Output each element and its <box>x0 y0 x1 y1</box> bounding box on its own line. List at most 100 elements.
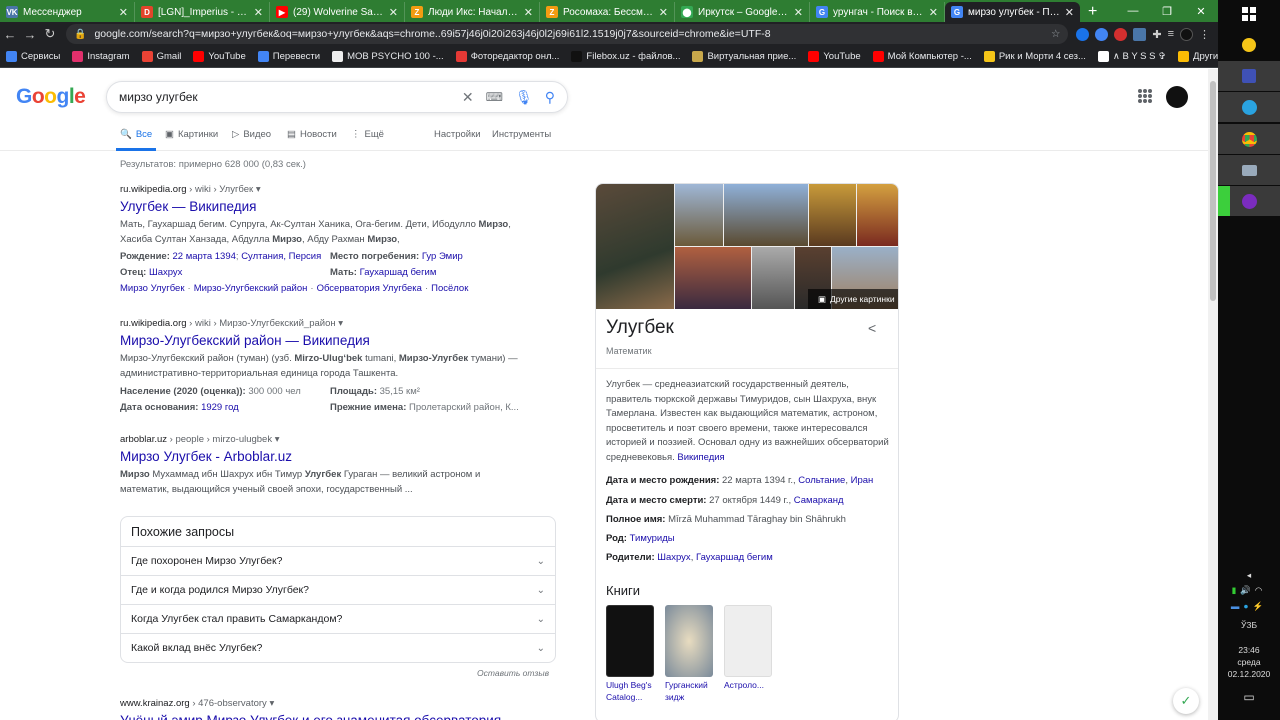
tools-link[interactable]: Инструменты <box>492 129 551 140</box>
vk-extension-icon[interactable] <box>1133 27 1147 41</box>
tray-expand-icon[interactable]: ◂ <box>1218 570 1280 581</box>
clock-date[interactable]: 02.12.2020 <box>1218 669 1280 679</box>
bookmark-item[interactable]: ∧ B Y S S ✞ <box>1097 51 1166 62</box>
menu-icon[interactable]: ⋮ <box>1199 28 1210 41</box>
save-app-icon[interactable] <box>1218 61 1280 91</box>
browser-tab[interactable]: Z Люди Икс: Начало. Росс ✕ <box>405 2 540 22</box>
minimize-button[interactable]: — <box>1116 5 1150 17</box>
new-tab-button[interactable]: + <box>1080 2 1105 22</box>
bookmark-item[interactable]: YouTube <box>808 51 861 62</box>
close-tab-icon[interactable]: ✕ <box>119 6 128 19</box>
star-icon[interactable]: ☆ <box>1051 28 1060 40</box>
fact-link[interactable]: Султания, Персия <box>241 251 321 262</box>
clear-icon[interactable]: ✕ <box>462 89 474 106</box>
bookmark-item[interactable]: Мой Компьютер -... <box>872 51 972 62</box>
result-cite[interactable]: www.krainaz.org › 476-observatory ▾ <box>120 698 560 709</box>
statue-image[interactable] <box>596 184 674 309</box>
close-tab-icon[interactable]: ✕ <box>1065 6 1074 19</box>
book-card[interactable]: Астроло... <box>724 605 772 692</box>
fact-link[interactable]: Гаухаршад бегим <box>360 267 437 278</box>
fact-link[interactable]: Шахрух <box>149 267 182 278</box>
page-scrollbar[interactable] <box>1208 69 1218 720</box>
clock-day[interactable]: среда <box>1218 657 1280 667</box>
close-tab-icon[interactable]: ✕ <box>524 6 533 19</box>
result-title-link[interactable]: Мирзо-Улугбекский район — Википедия <box>120 332 560 349</box>
bookmark-item[interactable]: Виртуальная прие... <box>692 51 796 62</box>
more-images-button[interactable]: ▣ Другие картинки <box>808 289 898 309</box>
bookmark-item[interactable]: YouTube <box>193 51 246 62</box>
profile-icon[interactable] <box>1180 27 1193 41</box>
menu-arrow-icon[interactable]: ▾ <box>269 698 274 709</box>
result-title-link[interactable]: Улугбек — Википедия <box>120 198 560 215</box>
menu-arrow-icon[interactable]: ▾ <box>338 318 343 329</box>
fact-link[interactable]: 1929 год <box>201 402 239 413</box>
computer-icon[interactable] <box>1218 155 1280 185</box>
related-question[interactable]: Какой вклад внёс Улугбек? ⌄ <box>121 633 555 662</box>
close-tab-icon[interactable]: ✕ <box>254 6 263 19</box>
portrait-image[interactable] <box>752 247 794 309</box>
browser-tab[interactable]: Z Росомаха: Бессмертный ✕ <box>540 2 675 22</box>
close-tab-icon[interactable]: ✕ <box>659 6 668 19</box>
lock-icon[interactable]: 🔒 <box>74 29 86 40</box>
google-logo[interactable]: Google <box>16 85 86 109</box>
portrait-image[interactable] <box>809 184 856 246</box>
extension-icon[interactable] <box>1114 27 1128 41</box>
bookmark-item[interactable]: Instagram <box>72 51 130 62</box>
search-icon[interactable]: ⚲ <box>545 89 555 106</box>
monument-image[interactable] <box>724 184 808 246</box>
account-avatar[interactable] <box>1166 86 1188 108</box>
sitelink[interactable]: Обсерватория Улугбека <box>317 283 422 294</box>
close-window-button[interactable]: ✕ <box>1184 5 1218 18</box>
tray-status-icons[interactable]: ▮🔊◠ <box>1218 585 1280 596</box>
scrollbar-thumb[interactable] <box>1210 81 1216 301</box>
shield-icon[interactable]: ✓ <box>1173 688 1199 714</box>
tab-more[interactable]: ⋮ Ещё <box>351 129 384 140</box>
related-question[interactable]: Где похоронен Мирзо Улугбек? ⌄ <box>121 546 555 575</box>
bookmark-item[interactable]: Фоторедактор онл... <box>455 51 559 62</box>
browser-tab[interactable]: Gурунгач - Поиск в Google ✕ <box>810 2 945 22</box>
extension-icon[interactable] <box>1095 27 1109 41</box>
telegram-icon[interactable] <box>1218 92 1280 122</box>
other-bookmarks[interactable]: Другие закладки <box>1178 51 1218 62</box>
related-question[interactable]: Когда Улугбек стал править Самаркандом? ⌄ <box>121 604 555 633</box>
fact-link[interactable]: Гаухаршад бегим <box>696 552 773 563</box>
fact-link[interactable]: Иран <box>851 475 874 486</box>
reload-icon[interactable]: ↻ <box>40 26 60 42</box>
fact-link[interactable]: Гур Эмир <box>422 251 463 262</box>
related-question[interactable]: Где и когда родился Мирзо Улугбек? ⌄ <box>121 575 555 604</box>
result-title-link[interactable]: Мирзо Улугбек - Arboblar.uz <box>120 448 560 465</box>
chrome-icon[interactable] <box>1218 124 1280 154</box>
browser-tab[interactable]: ▶ (29) Wolverine Saves Yash ✕ <box>270 2 405 22</box>
media-icon[interactable]: ≡ <box>1168 28 1174 41</box>
settings-link[interactable]: Настройки <box>434 129 481 140</box>
back-icon[interactable]: ← <box>0 27 20 42</box>
result-title-link[interactable]: Учёный эмир Мирзо Улугбек и его знаменит… <box>120 712 560 720</box>
clock-time[interactable]: 23:46 <box>1218 645 1280 655</box>
portrait-image[interactable] <box>857 184 898 246</box>
fact-link[interactable]: Сольтание <box>798 475 845 486</box>
feedback-link[interactable]: Оставить отзыв <box>477 668 549 678</box>
wikipedia-link[interactable]: Википедия <box>677 452 724 463</box>
bookmark-item[interactable]: MOB PSYCHO 100 -... <box>332 51 444 62</box>
bookmark-item[interactable]: Filebox.uz - файлов... <box>571 51 680 62</box>
tab-images[interactable]: ▣ Картинки <box>165 129 218 140</box>
fact-link[interactable]: Самарканд <box>794 495 844 506</box>
apps-grid-icon[interactable] <box>1138 89 1152 103</box>
sitelink[interactable]: Мирзо Улугбек <box>120 283 185 294</box>
share-icon[interactable]: < <box>868 320 876 336</box>
language-indicator[interactable]: ЎЗБ <box>1218 620 1280 630</box>
fact-link[interactable]: 22 марта 1394 <box>173 251 236 262</box>
extension-icon[interactable] <box>1076 27 1090 41</box>
app-icon[interactable] <box>1218 30 1280 60</box>
painting-image[interactable] <box>675 247 751 309</box>
book-card[interactable]: Ulugh Beg's Catalog... <box>606 605 654 703</box>
result-cite[interactable]: ru.wikipedia.org › wiki › Мирзо-Улугбекс… <box>120 318 560 329</box>
keyboard-icon[interactable]: ⌨ <box>486 90 503 104</box>
result-cite[interactable]: arboblar.uz › people › mirzo-ulugbek ▾ <box>120 434 560 445</box>
fact-link[interactable]: Шахрух <box>657 552 690 563</box>
monument-image[interactable] <box>675 184 723 246</box>
browser-tab[interactable]: Gмирзо улугбек - Поиск с ✕ <box>945 2 1080 22</box>
maximize-button[interactable]: ❐ <box>1150 5 1184 18</box>
close-tab-icon[interactable]: ✕ <box>794 6 803 19</box>
fact-link[interactable]: Тимуриды <box>630 533 675 544</box>
